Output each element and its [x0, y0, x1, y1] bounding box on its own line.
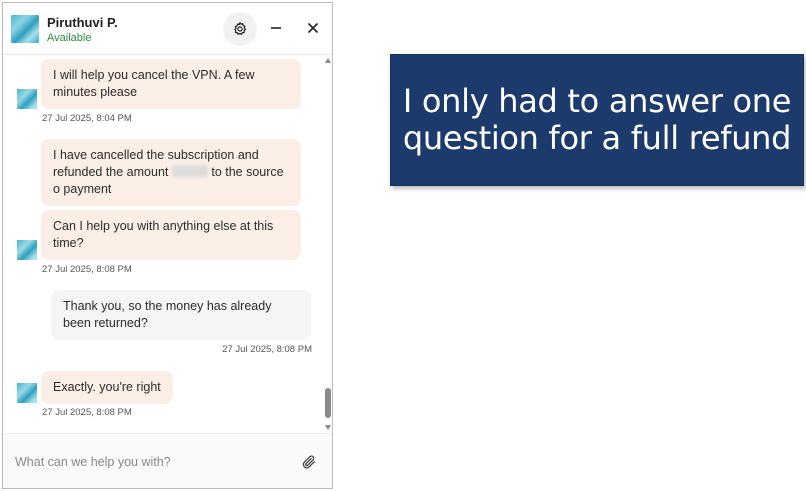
message-timestamp: 27 Jul 2025, 8:08 PM [222, 344, 312, 355]
agent-avatar [17, 240, 37, 260]
agent-message: I have cancelled the subscription and re… [41, 139, 301, 206]
scrollbar[interactable] [324, 56, 332, 432]
message-composer [3, 433, 332, 488]
scroll-up-arrow-icon[interactable] [325, 58, 331, 63]
message-timestamp: 27 Jul 2025, 8:08 PM [42, 264, 132, 275]
close-button[interactable] [302, 17, 324, 39]
minimize-button[interactable] [265, 17, 287, 39]
agent-avatar [17, 383, 37, 403]
agent-name: Piruthuvi P. [47, 15, 118, 30]
gear-icon [234, 22, 247, 35]
agent-status: Available [47, 32, 92, 44]
minimize-icon [271, 27, 281, 29]
agent-message: I will help you cancel the VPN. A few mi… [41, 59, 301, 109]
chat-window: Piruthuvi P. Available I will help you c… [2, 2, 333, 489]
settings-button[interactable] [223, 12, 257, 46]
redacted-amount [171, 165, 208, 177]
scrollbar-thumb[interactable] [325, 388, 331, 418]
message-timestamp: 27 Jul 2025, 8:08 PM [42, 407, 132, 418]
agent-avatar [17, 89, 37, 109]
message-list[interactable]: I will help you cancel the VPN. A few mi… [3, 56, 332, 432]
chat-header: Piruthuvi P. Available [3, 3, 332, 55]
caption-banner: I only had to answer one question for a … [390, 54, 804, 186]
scroll-down-arrow-icon[interactable] [325, 425, 331, 430]
caption-text: I only had to answer one question for a … [402, 82, 792, 157]
close-icon [307, 22, 319, 34]
message-input[interactable] [15, 451, 285, 473]
agent-message: Exactly. you're right [41, 371, 173, 404]
user-message: Thank you, so the money has already been… [51, 290, 311, 340]
message-timestamp: 27 Jul 2025, 8:04 PM [42, 113, 132, 124]
attach-button[interactable] [300, 453, 318, 471]
agent-message: Can I help you with anything else at thi… [41, 210, 301, 260]
paperclip-icon [302, 455, 315, 469]
agent-avatar [11, 15, 39, 43]
